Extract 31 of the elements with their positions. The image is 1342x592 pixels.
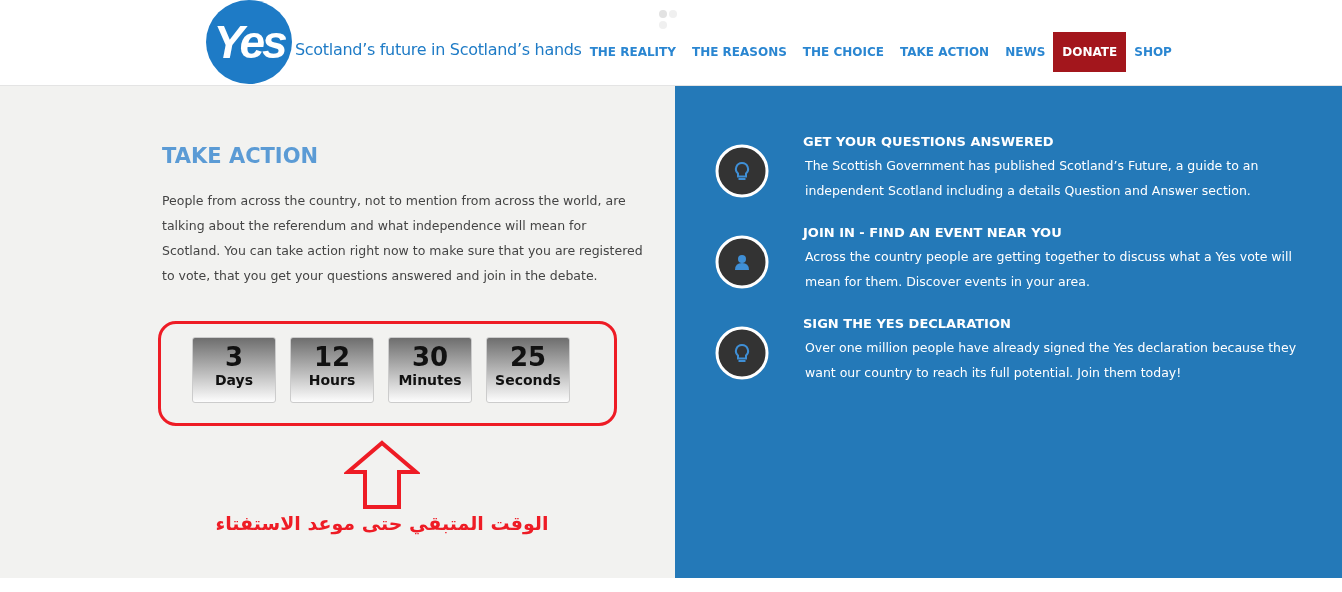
spinner-icon (657, 9, 679, 31)
nav-link[interactable]: TAKE ACTION (891, 44, 998, 59)
annotation-caption: الوقت المتبقي حتى موعد الاستفتاء (215, 512, 549, 534)
up-arrow-icon (344, 440, 420, 510)
lightbulb-icon (715, 326, 769, 380)
section-title: TAKE ACTION (162, 144, 320, 168)
donate-button[interactable]: DONATE (1053, 31, 1127, 72)
nav-link[interactable]: THE REASONS (683, 44, 795, 59)
intro-paragraph: People from across the country, not to mention from across the world, are talking about the referendum and what independence will mean for Scotland. You can take action right now to make sure that you are registered to vote, that you get your questions answered and join in the debate. (162, 192, 644, 285)
feature-title: JOIN IN - FIND AN EVENT NEAR YOU (803, 225, 1063, 240)
countdown-unit: Seconds (495, 372, 561, 388)
nav-link[interactable]: THE CHOICE (794, 44, 892, 59)
feature-text: The Scottish Government has published Scotland’s Future, a guide to an independent Scotland including a details Question and Answer section. (805, 157, 1260, 200)
tagline: Scotland’s future in Scotland’s hands (295, 40, 582, 59)
feature-text: Across the country people are getting together to discuss what a Yes vote will mean for them. Discover events in your area. (805, 248, 1293, 291)
nav-link[interactable]: SHOP (1126, 44, 1180, 59)
countdown-value: 30 (411, 342, 449, 372)
countdown-value: 3 (224, 342, 244, 372)
feature-title: GET YOUR QUESTIONS ANSWERED (803, 134, 1055, 149)
countdown-unit: Hours (308, 372, 356, 388)
logo-circle[interactable]: Yes (206, 0, 292, 84)
countdown-unit: Minutes (398, 372, 462, 388)
countdown-value: 12 (313, 342, 351, 372)
feature-text: Over one million people have already signed the Yes declaration because they want our country to reach its full potential. Join them today! (805, 339, 1298, 382)
feature-title: SIGN THE YES DECLARATION (803, 316, 1012, 331)
person-icon (715, 235, 769, 289)
countdown-unit: Days (214, 372, 254, 388)
lightbulb-icon (715, 144, 769, 198)
nav-link[interactable]: THE REALITY (581, 44, 684, 59)
countdown-value: 25 (509, 342, 547, 372)
nav-link[interactable]: NEWS (997, 44, 1054, 59)
